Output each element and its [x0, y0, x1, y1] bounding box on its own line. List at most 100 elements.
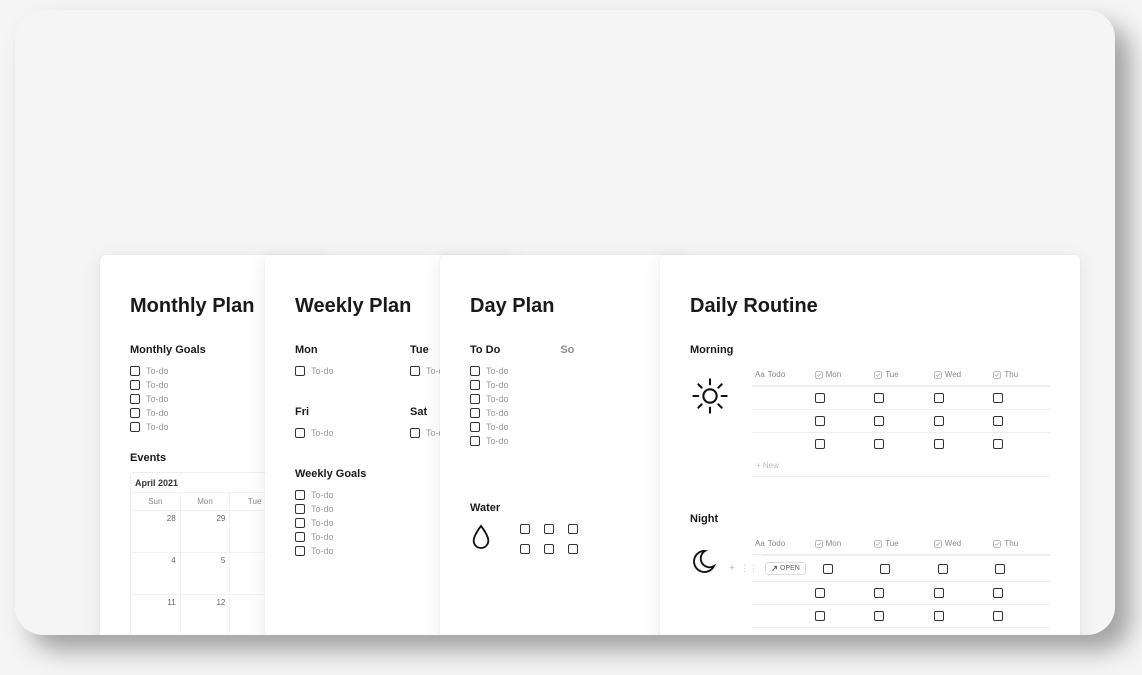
checkbox-icon[interactable]	[993, 611, 1003, 621]
table-row[interactable]	[752, 386, 1050, 409]
checkbox-icon[interactable]	[938, 564, 948, 574]
checkbox-icon[interactable]	[995, 564, 1005, 574]
calendar-cell[interactable]: 29	[181, 510, 231, 552]
todo-text: To-do	[486, 436, 509, 446]
table-row[interactable]	[752, 604, 1050, 627]
water-checkbox[interactable]	[544, 544, 554, 554]
checkbox-icon[interactable]	[470, 422, 480, 432]
todo-item[interactable]: To-do	[470, 434, 660, 448]
checkbox-property-icon	[993, 371, 1001, 379]
drag-handle-icon[interactable]: ⋮⋮	[740, 563, 758, 574]
open-button[interactable]: OPEN	[765, 562, 806, 575]
water-checkbox[interactable]	[568, 524, 578, 534]
todo-item[interactable]: To-do	[470, 392, 660, 406]
checkbox-icon[interactable]	[130, 422, 140, 432]
checkbox-icon[interactable]	[470, 436, 480, 446]
checkbox-icon[interactable]	[815, 393, 825, 403]
card-title-dayplan: Day Plan	[470, 295, 660, 318]
todo-text: To-do	[486, 380, 509, 390]
checkbox-icon[interactable]	[410, 428, 420, 438]
todo-item[interactable]: To-do	[295, 426, 370, 440]
todo-item[interactable]: To-do	[470, 378, 660, 392]
new-row-button[interactable]: + New	[752, 627, 1050, 635]
moon-icon	[690, 533, 734, 581]
card-title-daily: Daily Routine	[690, 295, 1050, 318]
checkbox-icon[interactable]	[874, 393, 884, 403]
checkbox-icon[interactable]	[470, 366, 480, 376]
checkbox-icon[interactable]	[880, 564, 890, 574]
checkbox-icon[interactable]	[823, 564, 833, 574]
calendar-cell[interactable]: 5	[181, 552, 231, 594]
calendar-cell[interactable]: 4	[131, 552, 181, 594]
checkbox-icon[interactable]	[934, 611, 944, 621]
checkbox-icon[interactable]	[815, 611, 825, 621]
checkbox-icon[interactable]	[815, 588, 825, 598]
water-checkbox[interactable]	[520, 524, 530, 534]
water-label: Water	[470, 502, 660, 514]
todo-item[interactable]: To-do	[470, 364, 660, 378]
checkbox-icon[interactable]	[295, 504, 305, 514]
todo-text: To-do	[311, 490, 334, 500]
table-row[interactable]	[752, 432, 1050, 455]
calendar-cell[interactable]: 28	[131, 510, 181, 552]
checkbox-icon[interactable]	[130, 394, 140, 404]
checkbox-icon[interactable]	[470, 380, 480, 390]
todo-item[interactable]: To-do	[470, 406, 660, 420]
table-row[interactable]	[752, 409, 1050, 432]
calendar-cell[interactable]: 12	[181, 594, 231, 635]
checkbox-icon[interactable]	[130, 408, 140, 418]
checkbox-icon[interactable]	[993, 439, 1003, 449]
morning-label: Morning	[690, 344, 1050, 356]
water-checkbox[interactable]	[544, 524, 554, 534]
checkbox-icon[interactable]	[993, 393, 1003, 403]
checkbox-icon[interactable]	[934, 393, 944, 403]
cards-row: Monthly Plan Monthly Goals To-do To-do T…	[100, 255, 1080, 635]
checkbox-property-icon	[874, 540, 882, 548]
todo-text: To-do	[486, 408, 509, 418]
checkbox-icon[interactable]	[874, 439, 884, 449]
checkbox-icon[interactable]	[934, 416, 944, 426]
checkbox-icon[interactable]	[993, 416, 1003, 426]
checkbox-icon[interactable]	[934, 439, 944, 449]
water-checkbox[interactable]	[568, 544, 578, 554]
todo-text: To-do	[146, 366, 169, 376]
checkbox-property-icon	[934, 540, 942, 548]
calendar-row: 4 5 6	[131, 552, 279, 594]
checkbox-icon[interactable]	[815, 416, 825, 426]
checkbox-icon[interactable]	[295, 428, 305, 438]
checkbox-icon[interactable]	[934, 588, 944, 598]
checkbox-icon[interactable]	[470, 394, 480, 404]
checkbox-icon[interactable]	[295, 366, 305, 376]
todo-text: To-do	[311, 546, 334, 556]
water-checkbox[interactable]	[520, 544, 530, 554]
checkbox-property-icon	[815, 371, 823, 379]
day-plan-card: Day Plan To Do So To-do To-do To-do To-d…	[440, 255, 690, 635]
todo-item[interactable]: To-do	[295, 364, 370, 378]
table-row[interactable]	[752, 581, 1050, 604]
checkbox-icon[interactable]	[410, 366, 420, 376]
checkbox-icon[interactable]	[993, 588, 1003, 598]
hovered-new-row[interactable]: + ⋮⋮ OPEN	[752, 555, 1050, 581]
calendar-month: April 2021	[131, 473, 279, 492]
checkbox-icon[interactable]	[295, 490, 305, 500]
calendar[interactable]: April 2021 Sun Mon Tue 28 29 4 5 6 1	[130, 472, 280, 635]
checkbox-icon[interactable]	[295, 546, 305, 556]
new-row-button[interactable]: + New	[752, 455, 1050, 476]
checkbox-icon[interactable]	[470, 408, 480, 418]
col-header: Tue	[885, 539, 899, 548]
col-header: Mon	[826, 539, 842, 548]
checkbox-icon[interactable]	[874, 588, 884, 598]
checkbox-icon[interactable]	[874, 611, 884, 621]
checkbox-icon[interactable]	[815, 439, 825, 449]
plus-icon[interactable]: +	[726, 563, 738, 574]
checkbox-icon[interactable]	[130, 380, 140, 390]
todo-item[interactable]: To-do	[470, 420, 660, 434]
calendar-cell[interactable]: 11	[131, 594, 181, 635]
app-frame: Monthly Plan Monthly Goals To-do To-do T…	[15, 10, 1115, 635]
checkbox-icon[interactable]	[130, 366, 140, 376]
checkbox-icon[interactable]	[295, 518, 305, 528]
checkbox-icon[interactable]	[874, 416, 884, 426]
todo-text: To-do	[146, 380, 169, 390]
checkbox-icon[interactable]	[295, 532, 305, 542]
open-label: OPEN	[780, 565, 800, 572]
